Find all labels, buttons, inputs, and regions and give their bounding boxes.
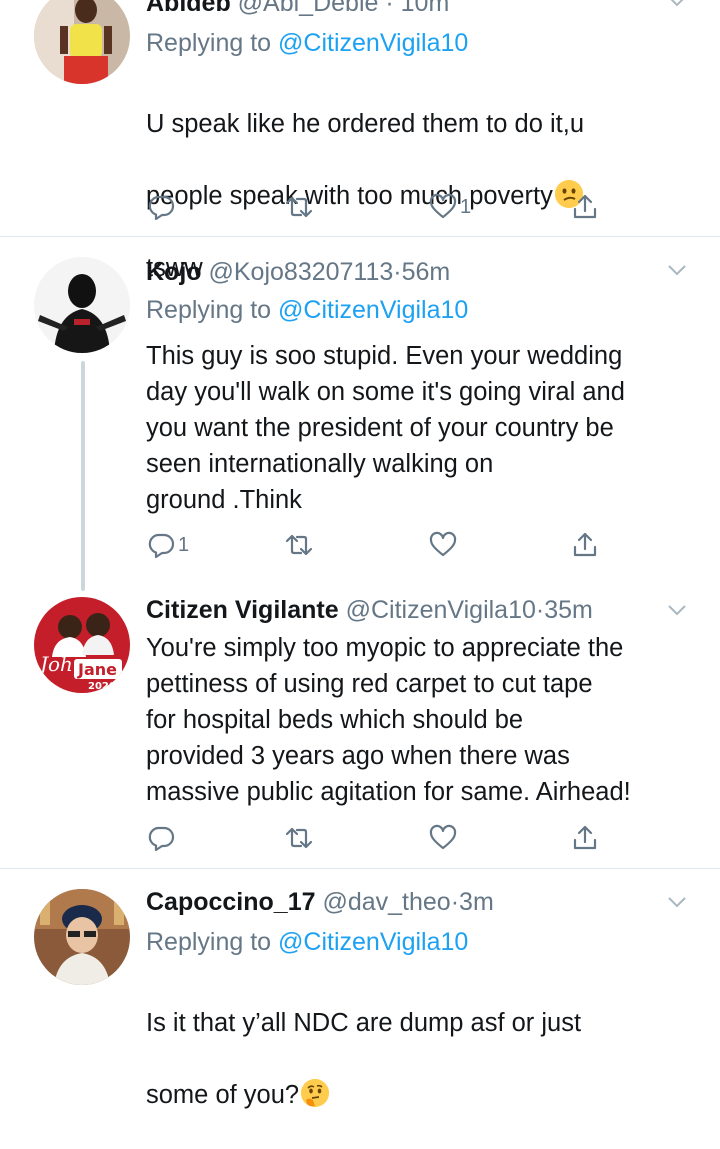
avatar[interactable] <box>34 889 130 985</box>
tweet-text: You're simply too myopic to appreciate t… <box>146 634 631 806</box>
replying-label: Replying to <box>146 296 272 324</box>
retweet-icon <box>285 827 313 849</box>
share-icon <box>573 194 597 219</box>
chevron-down-icon[interactable] <box>666 891 688 913</box>
tweet-actions: 1 <box>146 527 606 563</box>
avatar-caption: Jane <box>77 660 117 679</box>
user-handle[interactable]: @Kojo83207113 <box>209 258 394 286</box>
timestamp[interactable]: 3m <box>459 888 494 916</box>
heart-icon <box>429 531 457 557</box>
tweet-text: Is it that y’all NDC are dump asf or jus… <box>146 969 706 1149</box>
share-icon <box>573 532 597 557</box>
user-handle[interactable]: @Abi_Debie <box>238 0 379 17</box>
display-name[interactable]: Capoccino_17 <box>146 888 316 916</box>
avatar[interactable] <box>34 257 130 353</box>
tweet[interactable]: Kojo @Kojo83207113·56m Replying to @Citi… <box>0 237 720 573</box>
timestamp[interactable]: 10m <box>401 0 450 17</box>
share-button[interactable] <box>570 820 600 856</box>
heart-icon <box>429 824 457 850</box>
separator-dot: · <box>385 0 394 17</box>
user-handle[interactable]: @dav_theo <box>322 888 450 916</box>
heart-icon <box>429 193 457 219</box>
thread-connector <box>81 361 85 591</box>
replying-label: Replying to <box>146 29 272 57</box>
like-button[interactable] <box>428 820 460 856</box>
tweet[interactable]: John Jane 2020 Citizen Vigilante @Citize… <box>0 573 720 868</box>
reply-button[interactable] <box>146 189 178 225</box>
replying-to: Replying to @CitizenVigila10 <box>146 28 468 58</box>
separator-dot: · <box>535 596 545 624</box>
separator-dot: · <box>393 258 402 286</box>
display-name[interactable]: Citizen Vigilante <box>146 596 339 624</box>
mention-link[interactable]: @CitizenVigila10 <box>278 296 468 324</box>
chevron-down-icon[interactable] <box>666 599 688 621</box>
like-button[interactable]: 1 <box>428 189 471 225</box>
reply-icon <box>148 826 175 852</box>
like-count: 1 <box>460 195 472 218</box>
tweet[interactable]: Capoccino_17 @dav_theo·3m Replying to @C… <box>0 869 720 1109</box>
timestamp[interactable]: 35m <box>544 596 593 624</box>
tweet-text-line: some of you? <box>146 1077 706 1113</box>
retweet-button[interactable] <box>284 527 316 563</box>
replying-to: Replying to @CitizenVigila10 <box>146 295 468 325</box>
tweet-text: This guy is soo stupid. Even your weddin… <box>146 342 625 514</box>
retweet-button[interactable] <box>284 189 316 225</box>
tweet-text-segment: some of you? <box>146 1081 300 1109</box>
display-name[interactable]: Abideb <box>146 0 231 17</box>
retweet-button[interactable] <box>284 820 316 856</box>
tweet-actions: 1 <box>146 189 606 225</box>
separator-dot: · <box>450 888 460 916</box>
mention-link[interactable]: @CitizenVigila10 <box>278 928 468 956</box>
tweet-text-line: Is it that y’all NDC are dump asf or jus… <box>146 1009 582 1037</box>
retweet-icon <box>285 534 313 556</box>
tweet[interactable]: Abideb @Abi_Debie · 10m Replying to @Cit… <box>0 0 720 282</box>
reply-button[interactable] <box>146 820 178 856</box>
reply-icon <box>148 195 175 221</box>
reply-count: 1 <box>178 533 190 556</box>
replying-to: Replying to @CitizenVigila10 <box>146 927 468 957</box>
share-icon <box>573 825 597 850</box>
avatar-caption: 2020 <box>88 681 116 692</box>
tweet-actions <box>146 820 606 856</box>
thinking-face-emoji <box>301 1079 330 1107</box>
chevron-down-icon[interactable] <box>666 259 688 281</box>
timestamp[interactable]: 56m <box>402 258 451 286</box>
retweet-icon <box>285 196 313 218</box>
display-name[interactable]: Kojo <box>146 258 202 286</box>
mention-link[interactable]: @CitizenVigila10 <box>278 29 468 57</box>
share-button[interactable] <box>570 527 600 563</box>
reply-button[interactable]: 1 <box>146 527 189 563</box>
tweet-text-line: U speak like he ordered them to do it,u <box>146 110 584 138</box>
avatar[interactable] <box>34 0 130 84</box>
chevron-down-icon[interactable] <box>666 0 688 12</box>
like-button[interactable] <box>428 527 460 563</box>
user-handle[interactable]: @CitizenVigila10 <box>346 596 536 624</box>
share-button[interactable] <box>570 189 600 225</box>
avatar[interactable]: John Jane 2020 <box>34 597 130 693</box>
replying-label: Replying to <box>146 928 272 956</box>
reply-icon <box>148 533 175 559</box>
